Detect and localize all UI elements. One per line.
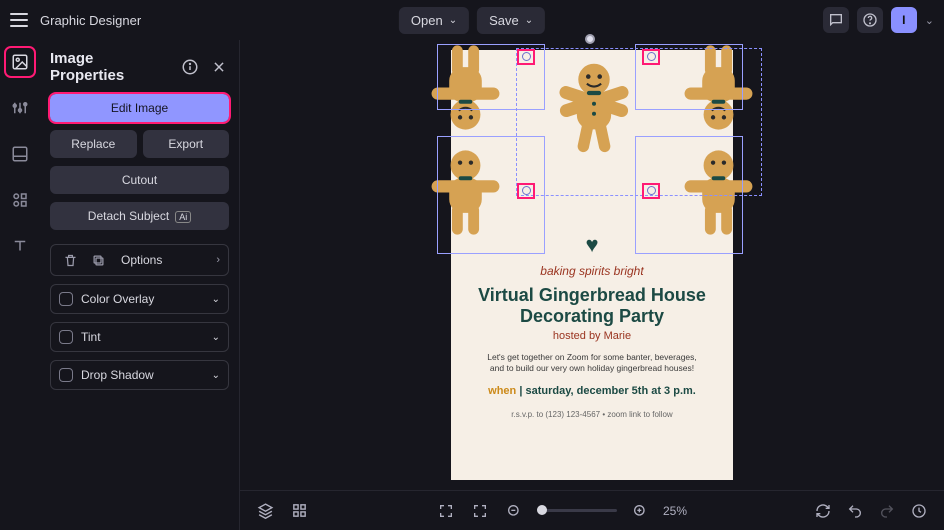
- tint-row[interactable]: Tint ⌄: [50, 322, 229, 352]
- top-right: I ⌄: [823, 7, 934, 33]
- trash-icon[interactable]: [59, 249, 81, 271]
- chevron-right-icon: ›: [216, 254, 220, 266]
- app-title: Graphic Designer: [40, 13, 141, 28]
- undo-icon[interactable]: [844, 500, 866, 522]
- export-button[interactable]: Export: [143, 130, 230, 158]
- adjust-tab-icon[interactable]: [6, 94, 34, 122]
- flyer-tagline: baking spirits bright: [451, 264, 733, 278]
- close-icon[interactable]: [208, 56, 229, 78]
- avatar[interactable]: I: [891, 7, 917, 33]
- copy-icon[interactable]: [87, 249, 109, 271]
- checkbox-icon[interactable]: [59, 292, 73, 306]
- cutout-button[interactable]: Cutout: [50, 166, 229, 194]
- open-button[interactable]: Open⌄: [399, 7, 469, 34]
- menu-icon[interactable]: [10, 13, 28, 27]
- tint-label: Tint: [81, 330, 101, 344]
- zoom-out-icon[interactable]: [503, 500, 525, 522]
- left-rail: [0, 40, 40, 530]
- checkbox-icon[interactable]: [59, 330, 73, 344]
- zoom-value: 25%: [663, 504, 687, 518]
- chevron-down-icon: ⌄: [212, 294, 220, 305]
- grid-icon[interactable]: [288, 500, 310, 522]
- info-icon[interactable]: [180, 56, 201, 78]
- ai-badge: Ai: [175, 211, 191, 223]
- flyer-when: when | saturday, december 5th at 3 p.m.: [451, 385, 733, 397]
- resize-handle-icon[interactable]: [647, 186, 656, 195]
- flyer-hosted: hosted by Marie: [451, 330, 733, 342]
- resize-handle-icon[interactable]: [522, 52, 531, 61]
- chevron-down-icon[interactable]: ⌄: [925, 14, 934, 27]
- chevron-down-icon: ⌄: [525, 15, 533, 26]
- panel-header: Image Properties: [50, 50, 229, 84]
- help-icon[interactable]: [857, 7, 883, 33]
- canvas-wrap: ♥ baking spirits bright Virtual Gingerbr…: [240, 40, 944, 530]
- align-guide: [516, 48, 762, 196]
- zoom-in-icon[interactable]: [629, 500, 651, 522]
- layers-icon[interactable]: [254, 500, 276, 522]
- redo-icon[interactable]: [876, 500, 898, 522]
- top-bar: Graphic Designer Open⌄ Save⌄ I ⌄: [0, 0, 944, 40]
- chevron-down-icon: ⌄: [212, 370, 220, 381]
- panel-title: Image Properties: [50, 50, 164, 84]
- chevron-down-icon: ⌄: [449, 15, 457, 26]
- checkbox-icon[interactable]: [59, 368, 73, 382]
- zoom-slider[interactable]: [537, 509, 617, 512]
- color-overlay-label: Color Overlay: [81, 292, 154, 306]
- fit-icon[interactable]: [469, 500, 491, 522]
- color-overlay-row[interactable]: Color Overlay ⌄: [50, 284, 229, 314]
- history-icon[interactable]: [908, 500, 930, 522]
- properties-panel: Image Properties Edit Image Replace Expo…: [40, 40, 240, 530]
- rotate-handle-icon[interactable]: [585, 34, 595, 44]
- save-button[interactable]: Save⌄: [477, 7, 545, 34]
- fullscreen-icon[interactable]: [435, 500, 457, 522]
- heart-icon: ♥: [585, 232, 598, 258]
- comment-icon[interactable]: [823, 7, 849, 33]
- bottom-bar: 25%: [240, 490, 944, 530]
- layout-tab-icon[interactable]: [6, 140, 34, 168]
- chevron-down-icon: ⌄: [212, 332, 220, 343]
- flyer-rsvp: r.s.v.p. to (123) 123-4567 • zoom link t…: [451, 410, 733, 419]
- replace-button[interactable]: Replace: [50, 130, 137, 158]
- options-row: Options ›: [50, 244, 229, 276]
- shapes-tab-icon[interactable]: [6, 186, 34, 214]
- text-tab-icon[interactable]: [6, 232, 34, 260]
- flyer-body: Let's get together on Zoom for some bant…: [451, 352, 733, 374]
- image-tab-icon[interactable]: [6, 48, 34, 76]
- detach-subject-button[interactable]: Detach SubjectAi: [50, 202, 229, 230]
- flyer-heading: Virtual Gingerbread House Decorating Par…: [451, 285, 733, 326]
- options-label[interactable]: Options: [115, 253, 210, 267]
- top-center: Open⌄ Save⌄: [399, 7, 545, 34]
- edit-image-button[interactable]: Edit Image: [50, 94, 229, 122]
- drop-shadow-label: Drop Shadow: [81, 368, 154, 382]
- resize-handle-icon[interactable]: [647, 52, 656, 61]
- drop-shadow-row[interactable]: Drop Shadow ⌄: [50, 360, 229, 390]
- refresh-icon[interactable]: [812, 500, 834, 522]
- canvas[interactable]: ♥ baking spirits bright Virtual Gingerbr…: [240, 40, 944, 490]
- resize-handle-icon[interactable]: [522, 186, 531, 195]
